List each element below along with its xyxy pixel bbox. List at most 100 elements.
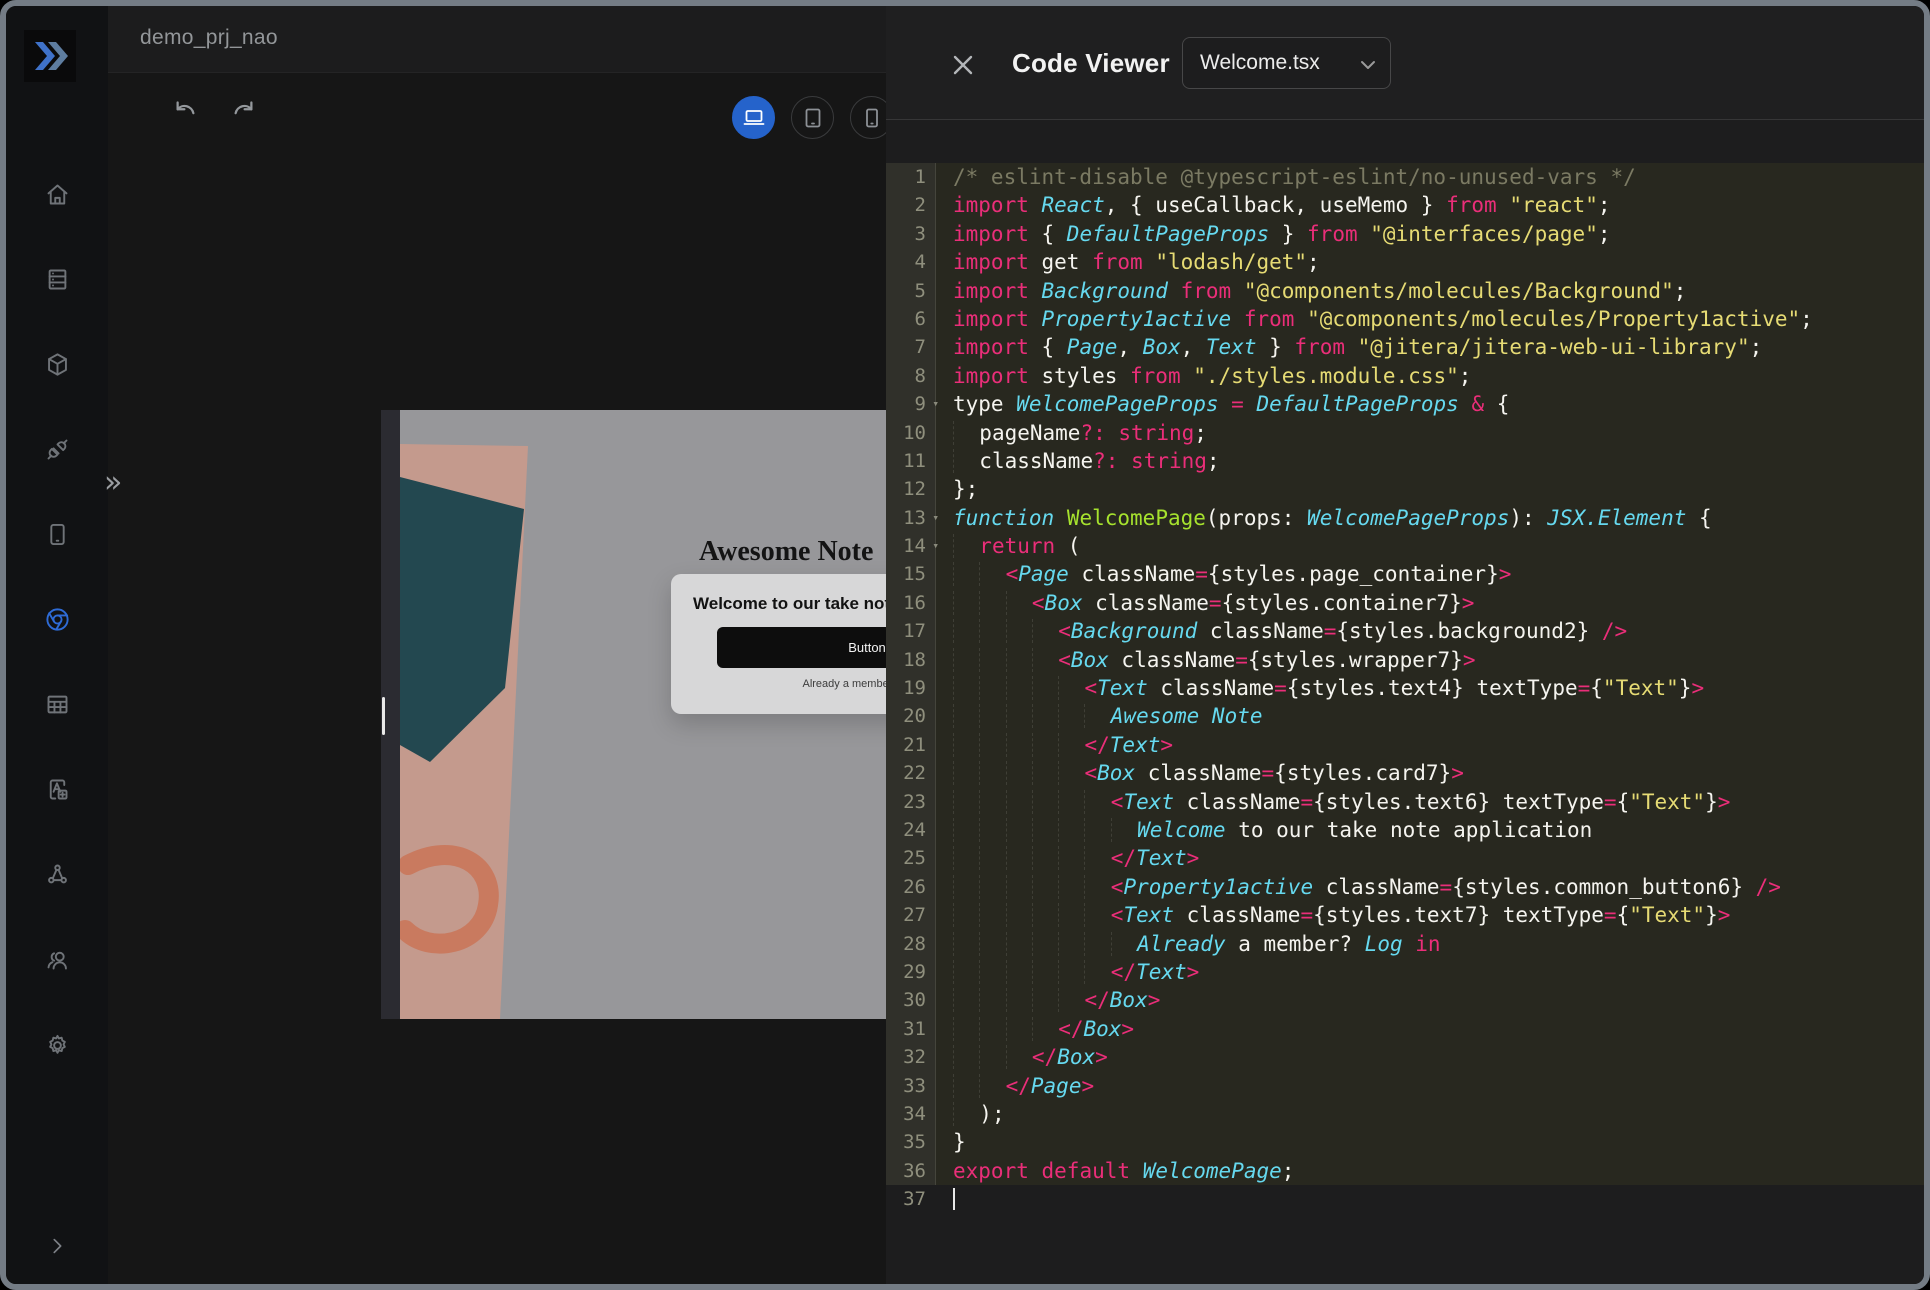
redo-icon xyxy=(230,98,257,125)
device-desktop-button[interactable] xyxy=(732,96,775,139)
preview-chrome-icon xyxy=(44,606,71,633)
sidebar-item-database[interactable] xyxy=(30,252,84,306)
panel-expand-handle[interactable]: » xyxy=(104,468,122,498)
close-icon xyxy=(951,53,975,77)
preview-page-title: Awesome Note xyxy=(699,536,873,568)
line-number: 20 xyxy=(886,702,936,730)
sidebar-item-plug[interactable] xyxy=(30,422,84,476)
line-number: 31 xyxy=(886,1015,936,1043)
code-line: 21 </Text> xyxy=(886,731,1924,759)
text-cursor xyxy=(953,1188,955,1210)
fold-toggle-icon[interactable]: ▾ xyxy=(932,532,939,560)
molecule-icon xyxy=(44,861,71,888)
double-chevron-logo-icon xyxy=(32,41,68,71)
line-number: 13▾ xyxy=(886,504,936,532)
code-line: 28 Already a member? Log in xyxy=(886,930,1924,958)
code-line: 3import { DefaultPageProps } from "@inte… xyxy=(886,220,1924,248)
line-number: 5 xyxy=(886,277,936,305)
line-number: 18 xyxy=(886,646,936,674)
sidebar-item-preview-chrome[interactable] xyxy=(30,593,84,647)
device-tablet-button[interactable] xyxy=(791,96,834,139)
line-number: 35 xyxy=(886,1128,936,1156)
page-preview: Awesome Note Welcome to our take note ap… xyxy=(381,410,886,1019)
code-line: 11 className?: string; xyxy=(886,447,1924,475)
line-number: 6 xyxy=(886,305,936,333)
code-line: 5import Background from "@components/mol… xyxy=(886,277,1924,305)
code-line: 17 <Background className={styles.backgro… xyxy=(886,617,1924,645)
code-line: 15 <Page className={styles.page_containe… xyxy=(886,560,1924,588)
line-number: 11 xyxy=(886,447,936,475)
file-selector-dropdown[interactable]: Welcome.tsx xyxy=(1182,37,1391,89)
sidebar-expand-button[interactable] xyxy=(30,1226,84,1266)
fold-toggle-icon[interactable]: ▾ xyxy=(932,504,939,532)
close-button[interactable] xyxy=(948,50,978,80)
sidebar-item-table[interactable] xyxy=(30,678,84,732)
code-line: 1/* eslint-disable @typescript-eslint/no… xyxy=(886,163,1924,191)
code-line: 13▾function WelcomePage(props: WelcomePa… xyxy=(886,504,1924,532)
preview-scrollbar-thumb[interactable] xyxy=(382,697,385,735)
line-number: 3 xyxy=(886,220,936,248)
line-number: 19 xyxy=(886,674,936,702)
sidebar-item-translate[interactable] xyxy=(30,763,84,817)
code-line: 26 <Property1active className={styles.co… xyxy=(886,873,1924,901)
code-line: 27 <Text className={styles.text7} textTy… xyxy=(886,901,1924,929)
code-line: 19 <Text className={styles.text4} textTy… xyxy=(886,674,1924,702)
line-number: 36 xyxy=(886,1157,936,1185)
preview-background-art xyxy=(400,410,540,1019)
code-line: 2import React, { useCallback, useMemo } … xyxy=(886,191,1924,219)
sidebar-item-home[interactable] xyxy=(30,167,84,221)
code-line: 29 </Text> xyxy=(886,958,1924,986)
sidebar-item-mobile[interactable] xyxy=(30,507,84,561)
code-line: 18 <Box className={styles.wrapper7}> xyxy=(886,646,1924,674)
code-line: 37 xyxy=(886,1185,1924,1213)
line-number: 8 xyxy=(886,362,936,390)
line-number: 7 xyxy=(886,333,936,361)
fold-toggle-icon[interactable]: ▾ xyxy=(932,390,939,418)
app-logo[interactable] xyxy=(24,30,76,82)
preview-scrollbar-track xyxy=(381,410,400,1019)
translate-icon xyxy=(44,776,71,803)
line-number: 28 xyxy=(886,930,936,958)
mobile-icon xyxy=(44,521,71,548)
code-line: 34 ); xyxy=(886,1100,1924,1128)
code-line: 32 </Box> xyxy=(886,1043,1924,1071)
sidebar-item-components[interactable] xyxy=(30,337,84,391)
sidebar-item-settings[interactable] xyxy=(30,1018,84,1072)
line-number: 12 xyxy=(886,475,936,503)
code-line: 16 <Box className={styles.container7}> xyxy=(886,589,1924,617)
sidebar-item-users[interactable] xyxy=(30,933,84,987)
sidebar-item-molecule[interactable] xyxy=(30,848,84,902)
chevron-down-icon xyxy=(1360,60,1376,70)
line-number: 24 xyxy=(886,816,936,844)
code-line: 23 <Text className={styles.text6} textTy… xyxy=(886,788,1924,816)
line-number: 21 xyxy=(886,731,936,759)
code-line: 14▾ return ( xyxy=(886,532,1924,560)
line-number: 16 xyxy=(886,589,936,617)
code-line: 12}; xyxy=(886,475,1924,503)
line-number: 1 xyxy=(886,163,936,191)
components-icon xyxy=(44,351,71,378)
plug-icon xyxy=(44,436,71,463)
code-line: 31 </Box> xyxy=(886,1015,1924,1043)
code-line: 8import styles from "./styles.module.css… xyxy=(886,362,1924,390)
preview-footer-text: Already a member? Log in xyxy=(717,678,886,690)
code-editor[interactable]: 1/* eslint-disable @typescript-eslint/no… xyxy=(886,163,1924,1213)
line-number: 37 xyxy=(886,1185,936,1213)
undo-button[interactable] xyxy=(168,94,202,128)
undo-icon xyxy=(172,98,199,125)
users-icon xyxy=(44,946,71,973)
line-number: 34 xyxy=(886,1100,936,1128)
code-line: 35} xyxy=(886,1128,1924,1156)
selected-file-name: Welcome.tsx xyxy=(1200,51,1320,75)
app-window: demo_prj_nao » xyxy=(0,0,1930,1290)
canvas-titlebar: demo_prj_nao xyxy=(108,6,886,73)
line-number: 25 xyxy=(886,844,936,872)
settings-icon xyxy=(44,1032,71,1059)
preview-card: Welcome to our take note application But… xyxy=(671,574,886,714)
redo-button[interactable] xyxy=(226,94,260,128)
chevron-right-icon xyxy=(46,1235,68,1257)
preview-button[interactable]: Button xyxy=(717,627,886,668)
line-number: 30 xyxy=(886,986,936,1014)
code-line: 22 <Box className={styles.card7}> xyxy=(886,759,1924,787)
line-number: 2 xyxy=(886,191,936,219)
